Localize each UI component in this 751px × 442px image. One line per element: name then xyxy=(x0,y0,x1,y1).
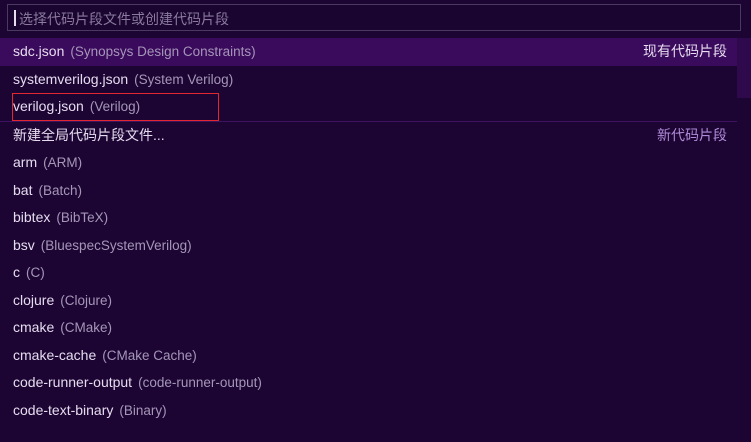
item-description: (System Verilog) xyxy=(134,71,234,87)
item-description: (code-runner-output) xyxy=(138,375,262,390)
group-label-existing: 现有代码片段 xyxy=(643,43,727,59)
item-description: (BibTeX) xyxy=(56,210,109,225)
list-item-language[interactable]: bat (Batch) xyxy=(0,177,737,205)
item-label: arm xyxy=(13,154,38,170)
snippet-search-box[interactable] xyxy=(7,4,741,32)
list-item-language[interactable]: c (C) xyxy=(0,259,737,287)
item-description: (CMake Cache) xyxy=(102,347,197,363)
item-label: 新建全局代码片段文件... xyxy=(13,126,165,143)
item-description: (ARM) xyxy=(43,155,83,170)
list-item-systemverilog[interactable]: systemverilog.json (System Verilog) xyxy=(0,66,737,94)
list-item-language[interactable]: code-text-binary (Binary) xyxy=(0,397,737,425)
item-label: verilog.json xyxy=(13,98,84,114)
item-label: code-runner-output xyxy=(13,374,133,390)
item-description: (Synopsys Design Constraints) xyxy=(70,44,256,59)
list-item-language[interactable]: clojure (Clojure) xyxy=(0,287,737,315)
item-description: (BluespecSystemVerilog) xyxy=(40,237,192,253)
list-item-sdc[interactable]: sdc.json (Synopsys Design Constraints) 现有… xyxy=(0,38,737,66)
snippet-search-input[interactable] xyxy=(17,5,721,32)
list-item-language[interactable]: cmake-cache (CMake Cache) xyxy=(0,342,737,370)
item-label: clojure xyxy=(13,291,55,308)
item-label: systemverilog.json xyxy=(13,70,129,87)
item-description: (Verilog) xyxy=(89,99,141,114)
list-item-language[interactable]: cmake (CMake) xyxy=(0,314,737,342)
item-description: (Clojure) xyxy=(60,292,113,308)
list-item-language[interactable]: bsv (BluespecSystemVerilog) xyxy=(0,232,737,260)
item-description: (C) xyxy=(26,265,45,280)
item-label: cmake-cache xyxy=(13,346,97,363)
item-description: (Batch) xyxy=(38,182,82,198)
list-item-language[interactable]: arm (ARM) xyxy=(0,149,737,177)
item-label: bsv xyxy=(13,236,35,253)
text-caret xyxy=(14,10,16,26)
item-label: c xyxy=(13,264,20,280)
list-item-new-global-snippets[interactable]: 新建全局代码片段文件... 新代码片段 xyxy=(0,120,737,150)
item-label: bibtex xyxy=(13,209,51,225)
item-label: code-text-binary xyxy=(13,401,114,418)
group-label-new: 新代码片段 xyxy=(657,126,727,143)
item-description: (Binary) xyxy=(119,402,167,418)
list-item-language[interactable]: code-runner-output (code-runner-output) xyxy=(0,369,737,397)
item-label: bat xyxy=(13,181,33,198)
snippet-list: sdc.json (Synopsys Design Constraints) 现有… xyxy=(0,38,737,424)
item-label: sdc.json xyxy=(13,43,65,59)
scrollbar[interactable] xyxy=(737,38,751,98)
list-item-verilog[interactable]: verilog.json (Verilog) xyxy=(0,93,737,121)
item-label: cmake xyxy=(13,319,55,335)
list-item-language[interactable]: bibtex (BibTeX) xyxy=(0,204,737,232)
item-description: (CMake) xyxy=(60,320,112,335)
